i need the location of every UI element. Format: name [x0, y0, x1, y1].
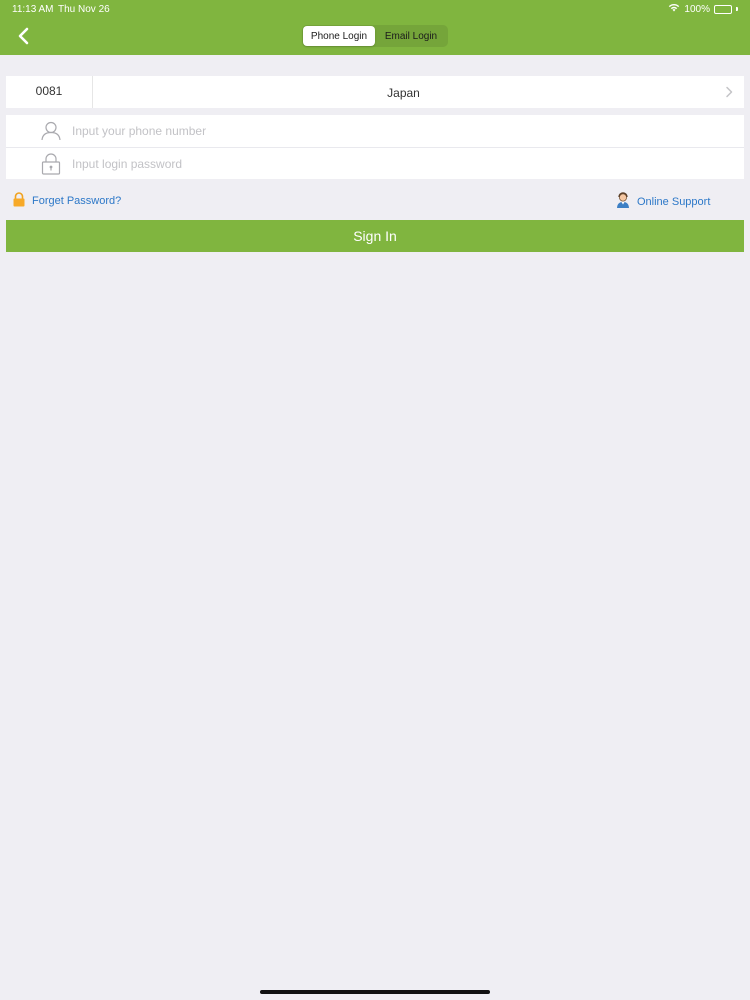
user-icon [36, 119, 66, 143]
back-button[interactable] [12, 24, 34, 48]
phone-input[interactable] [72, 124, 672, 138]
password-row [6, 147, 744, 179]
support-agent-icon [615, 192, 631, 211]
chevron-left-icon [18, 27, 29, 45]
forget-password-label: Forget Password? [32, 195, 122, 207]
status-time: 11:13 AM [12, 4, 54, 15]
status-right: 100% [668, 3, 738, 15]
online-support-link[interactable]: Online Support [615, 192, 710, 211]
chevron-right-icon [714, 86, 744, 98]
battery-percent: 100% [684, 3, 710, 15]
country-name: Japan [387, 86, 420, 100]
app-header: 11:13 AM Thu Nov 26 100% Phone Login Ema… [0, 0, 750, 55]
padlock-icon [12, 192, 26, 210]
battery-icon [714, 4, 732, 14]
status-bar: 11:13 AM Thu Nov 26 100% [0, 0, 750, 18]
lock-icon [36, 152, 66, 176]
country-selector[interactable]: 0081 Japan [6, 76, 744, 108]
tab-phone-login[interactable]: Phone Login [303, 26, 375, 46]
status-date: Thu Nov 26 [58, 4, 110, 15]
password-input[interactable] [72, 156, 672, 171]
online-support-label: Online Support [637, 195, 711, 208]
tab-email-login[interactable]: Email Login [375, 26, 447, 46]
login-mode-segmented: Phone Login Email Login [302, 25, 448, 47]
wifi-icon [668, 3, 680, 15]
country-code: 0081 [6, 76, 93, 108]
phone-row [6, 115, 744, 147]
forget-password-link[interactable]: Forget Password? [12, 192, 121, 210]
home-indicator [260, 990, 490, 994]
sign-in-button[interactable]: Sign In [6, 220, 744, 252]
battery-cap [736, 7, 738, 11]
login-form [6, 115, 744, 179]
